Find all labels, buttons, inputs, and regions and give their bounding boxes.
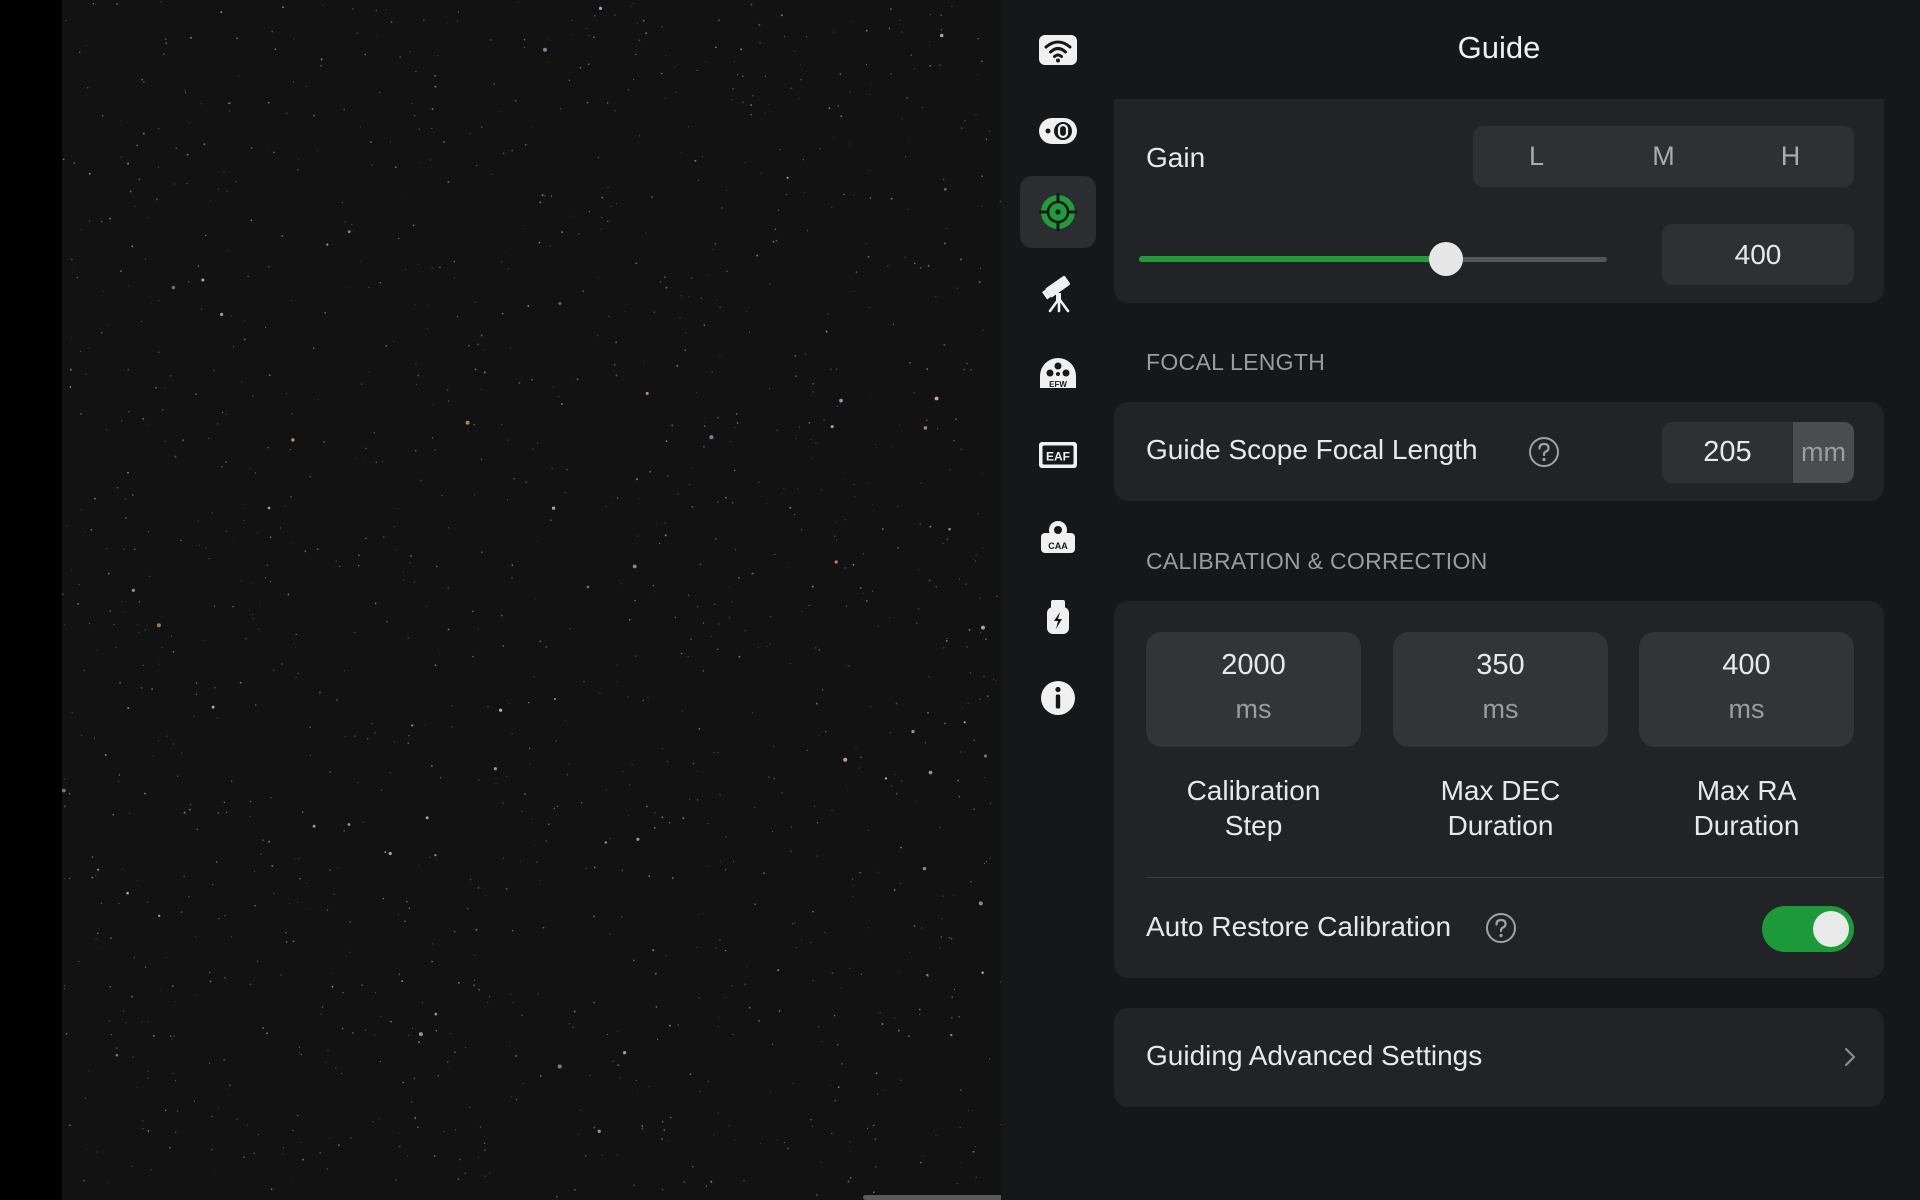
calibration-step-input[interactable]: 2000 ms bbox=[1146, 632, 1361, 747]
rail-item-camera[interactable] bbox=[1020, 95, 1096, 167]
left-edge bbox=[0, 0, 62, 1200]
focal-length-label: Guide Scope Focal Length bbox=[1146, 434, 1478, 465]
calibration-step-value: 2000 bbox=[1221, 649, 1286, 681]
gain-preset-low[interactable]: L bbox=[1473, 126, 1600, 187]
auto-restore-label: Auto Restore Calibration bbox=[1146, 911, 1452, 942]
max-dec-duration-label: Max DEC Duration bbox=[1440, 775, 1561, 841]
focal-length-unit: mm bbox=[1793, 422, 1854, 483]
wifi-icon bbox=[1039, 35, 1077, 65]
max-dec-duration-value: 350 bbox=[1476, 649, 1525, 681]
max-ra-duration-value: 400 bbox=[1722, 649, 1771, 681]
calibration-card: 2000 ms Calibration Step 350 ms Max DEC … bbox=[1114, 601, 1884, 978]
gain-slider-fill bbox=[1139, 256, 1446, 262]
focal-length-card: Guide Scope Focal Length 205 mm bbox=[1114, 402, 1884, 501]
sky-preview-image[interactable] bbox=[62, 0, 1001, 1200]
max-ra-duration-input[interactable]: 400 ms bbox=[1639, 632, 1854, 747]
focal-length-value[interactable]: 205 bbox=[1662, 422, 1793, 483]
camera-icon bbox=[1039, 118, 1077, 144]
gain-preset-segmented-control: L M H bbox=[1473, 126, 1854, 187]
svg-text:EAF: EAF bbox=[1046, 450, 1070, 464]
guiding-advanced-settings-row[interactable]: Guiding Advanced Settings bbox=[1114, 1008, 1884, 1107]
help-icon[interactable] bbox=[1528, 436, 1560, 468]
svg-text:CAA: CAA bbox=[1048, 541, 1068, 551]
max-dec-duration-input[interactable]: 350 ms bbox=[1393, 632, 1608, 747]
calibration-divider bbox=[1146, 877, 1884, 878]
toggle-knob bbox=[1813, 911, 1849, 947]
gain-preset-medium[interactable]: M bbox=[1600, 126, 1727, 187]
rail-item-focuser[interactable]: EAF bbox=[1020, 419, 1096, 491]
device-icon-rail: EFW EAF CAA bbox=[1001, 0, 1114, 1200]
svg-text:EFW: EFW bbox=[1049, 380, 1067, 389]
focal-length-input[interactable]: 205 mm bbox=[1662, 422, 1854, 483]
auto-restore-toggle[interactable] bbox=[1762, 906, 1854, 952]
info-icon bbox=[1041, 681, 1075, 715]
guiding-advanced-settings-label: Guiding Advanced Settings bbox=[1146, 1040, 1483, 1071]
rail-item-mount[interactable] bbox=[1020, 257, 1096, 329]
calibration-section-header: CALIBRATION & CORRECTION bbox=[1146, 548, 1488, 574]
rail-item-guide[interactable] bbox=[1020, 176, 1096, 248]
max-ra-duration-unit: ms bbox=[1728, 694, 1765, 724]
usb-power-icon bbox=[1047, 600, 1069, 634]
telescope-mount-icon bbox=[1042, 275, 1070, 313]
guide-target-icon bbox=[1039, 193, 1077, 231]
gain-value-input[interactable]: 400 bbox=[1662, 224, 1854, 285]
rail-item-info[interactable] bbox=[1020, 662, 1096, 734]
rail-item-filter-wheel[interactable]: EFW bbox=[1020, 338, 1096, 410]
filter-wheel-icon: EFW bbox=[1040, 358, 1076, 389]
calibration-step-unit: ms bbox=[1235, 694, 1272, 724]
focal-length-section-header: FOCAL LENGTH bbox=[1146, 349, 1326, 375]
rail-item-usb-power[interactable] bbox=[1020, 581, 1096, 653]
max-ra-duration-label: Max RA Duration bbox=[1693, 775, 1800, 841]
max-dec-duration-unit: ms bbox=[1482, 694, 1519, 724]
chevron-right-icon bbox=[1844, 1047, 1856, 1067]
gain-slider[interactable] bbox=[1139, 241, 1607, 277]
panel-title: Guide bbox=[1457, 30, 1541, 65]
rail-item-rotator[interactable]: CAA bbox=[1020, 500, 1096, 572]
gain-slider-thumb[interactable] bbox=[1428, 242, 1463, 276]
guide-settings-panel: Guide Gain L M H 400 FOCAL LENGTH Guide … bbox=[1114, 0, 1920, 1200]
star-field bbox=[62, 1, 1001, 1198]
gain-preset-high[interactable]: H bbox=[1727, 126, 1854, 187]
rail-item-wifi[interactable] bbox=[1020, 14, 1096, 86]
focuser-icon: EAF bbox=[1039, 442, 1077, 468]
help-icon[interactable] bbox=[1485, 912, 1517, 944]
gain-card: Gain L M H 400 bbox=[1114, 101, 1884, 303]
gain-label: Gain bbox=[1146, 142, 1206, 173]
calibration-step-label: Calibration Step bbox=[1186, 775, 1321, 841]
rotator-icon: CAA bbox=[1041, 521, 1075, 553]
